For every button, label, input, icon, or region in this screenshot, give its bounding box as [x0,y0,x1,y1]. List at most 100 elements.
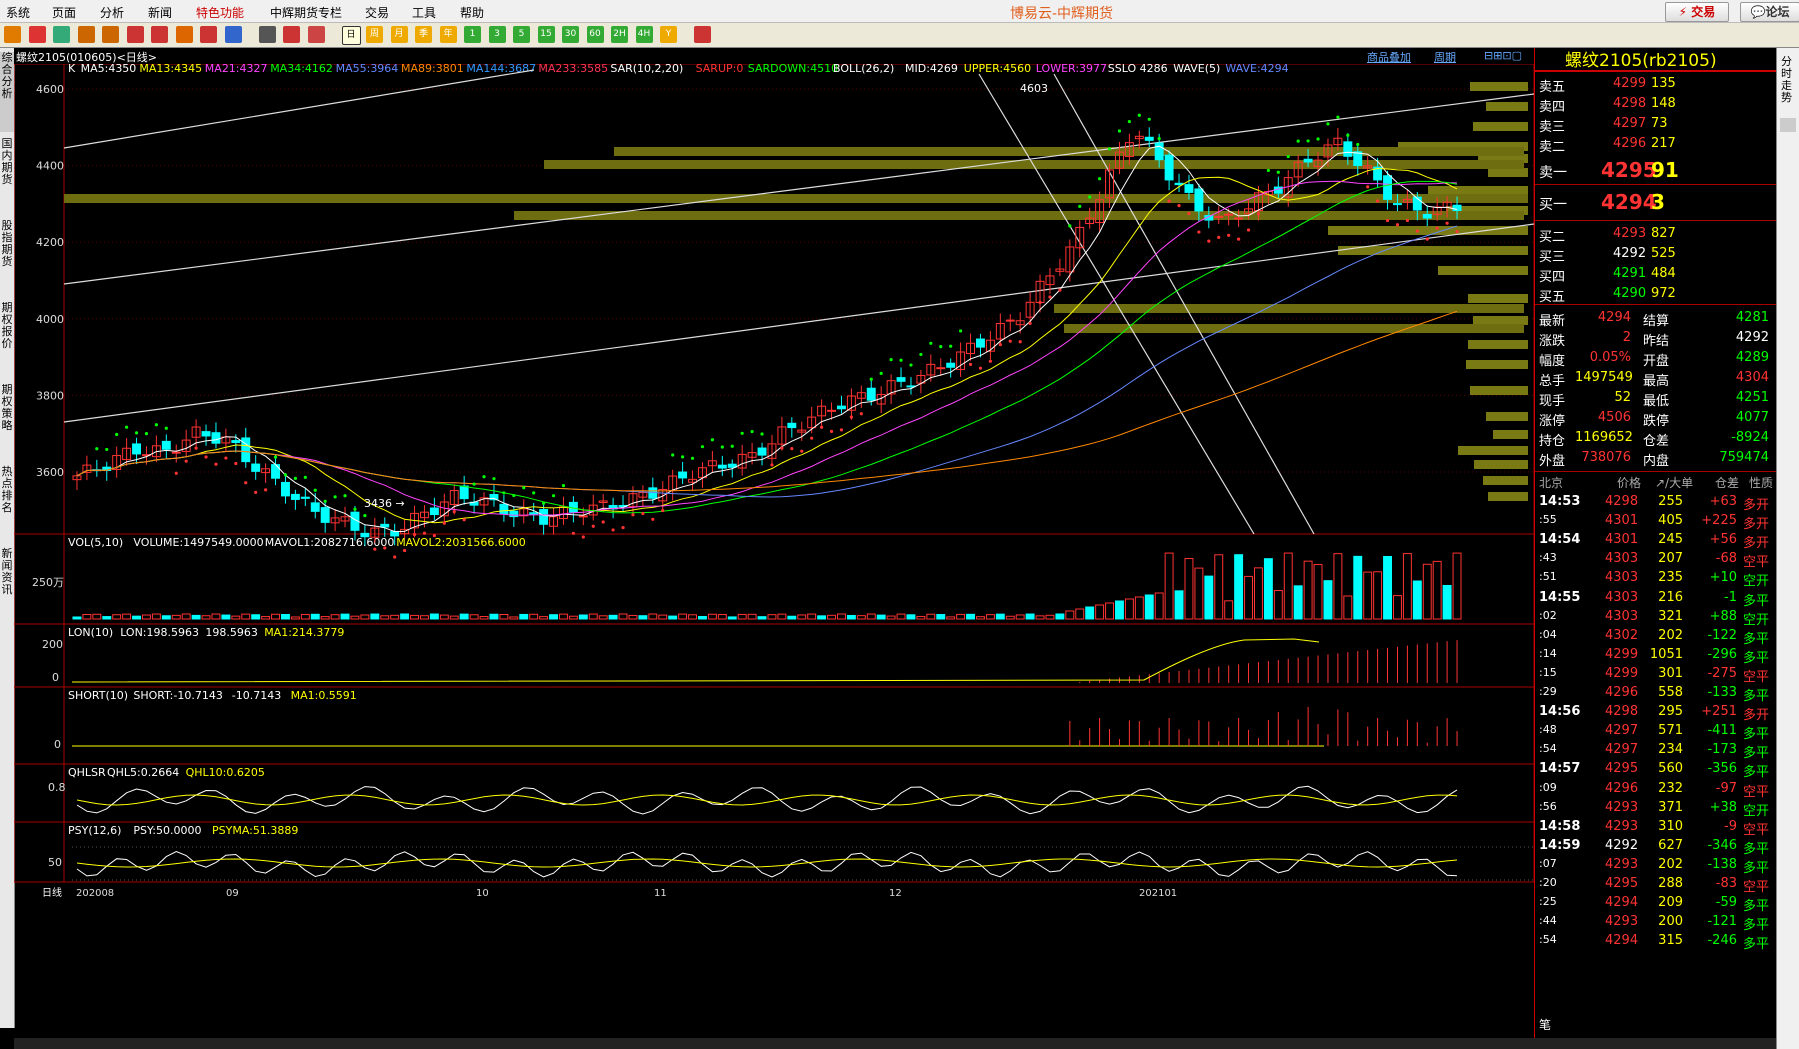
qhl-axis-label: 0.8 [48,781,66,794]
grid-icon[interactable] [126,26,144,43]
sar-dot [343,494,347,498]
tab-option-quotes[interactable]: 期权报价 [0,302,14,377]
sar-dot [730,444,734,448]
min30-icon[interactable]: 30 [562,26,579,43]
sar-dot [760,432,764,436]
tick-price: 4294 [1605,933,1639,949]
menu-zhonghui-column[interactable]: 中辉期货专栏 [270,4,342,21]
monthly-icon[interactable]: 月 [390,26,408,43]
hour2-icon[interactable]: 2H [611,26,628,43]
volume-bar [1025,613,1035,620]
bid-level-label: 买五 [1539,290,1566,305]
candle-body [429,507,439,516]
period-button[interactable]: 周期 [1434,49,1456,65]
news-icon[interactable] [224,26,242,43]
volume-bar [1442,584,1452,620]
indicator-legend-item: SAR(10,2,20) [610,64,683,75]
tick-time: :44 [1539,914,1557,928]
trade-button[interactable]: ⚡ 交易 [1665,2,1729,22]
tick-nature: 多平 [1743,860,1770,876]
volume-bar [459,613,469,620]
quote-divider [1535,304,1777,305]
sar-dot [1137,113,1141,117]
low-price-label: 3436 → [364,497,405,510]
pin-icon[interactable] [200,26,217,43]
tick-footer-tab[interactable]: 笔 [1539,1016,1551,1033]
tick-time: :09 [1539,780,1557,794]
volume-bar [82,613,92,620]
tab-intraday[interactable]: 分时走势 [1781,56,1795,104]
sar-dot [1187,211,1191,216]
year-icon[interactable]: 年 [439,26,457,43]
menu-system[interactable]: 系统 [6,4,30,21]
line-icon[interactable] [175,26,193,43]
forum-button[interactable]: 💬论坛 [1740,2,1799,22]
weekly-icon[interactable]: 周 [366,26,383,43]
volume-bar [628,614,638,620]
tab-option-strategy[interactable]: 期权策略 [0,384,14,459]
zoom-out-icon[interactable] [102,26,119,43]
daily-icon[interactable]: 日 [341,26,361,45]
sar-dot [1177,204,1181,208]
menu-features[interactable]: 特色功能 [196,4,244,21]
min3-icon[interactable]: 3 [488,26,506,43]
custom-icon[interactable]: Y [660,26,677,43]
min60-icon[interactable]: 60 [586,26,604,43]
hour4-icon[interactable]: 4H [635,26,653,43]
stat-value: 2 [1622,330,1631,345]
kline-icon[interactable] [283,26,300,43]
quarter-icon[interactable]: 季 [415,26,432,43]
draw-icon[interactable] [151,26,168,43]
overlay-commodity-button[interactable]: 商品叠加 [1367,49,1411,65]
home-icon[interactable] [28,26,46,43]
sar-dot [1366,185,1370,189]
sar-dot [571,531,575,535]
menu-analysis[interactable]: 分析 [100,4,124,21]
bid-volume: 972 [1651,286,1676,301]
tab-hot-ranking[interactable]: 热点排名 [0,466,14,541]
sar-dot [968,362,973,366]
tick-icon[interactable] [307,26,325,43]
volume-bar [985,614,995,620]
kline-chart-area[interactable]: K MA5:4350 MA13:4345 MA21:4327 MA34:4162 MA55… [14,64,1534,1049]
sar-dot [1068,224,1072,228]
volume-bar [420,615,429,620]
tick-time: 14:54 [1539,532,1581,548]
tick-nature: 空开 [1743,803,1770,819]
sar-dot [611,528,615,532]
tab-comprehensive-analysis[interactable]: 综合分析 [0,52,14,132]
menu-help[interactable]: 帮助 [460,4,484,21]
menu-tools[interactable]: 工具 [412,4,436,21]
tick-price: 4299 [1605,646,1639,662]
sar-dot [959,329,963,333]
chart-icon[interactable] [53,26,70,43]
sar-dot [720,445,724,449]
tab-domestic-futures[interactable]: 国内期货 [0,138,14,213]
candle-body [936,367,946,370]
collapse-icon[interactable] [1780,118,1796,132]
zoom-in-icon[interactable] [77,26,95,43]
indicator-legend-item: LOWER:3977 [1036,64,1107,75]
sar-dot [1028,321,1032,325]
menu-page[interactable]: 页面 [52,4,76,21]
table-icon[interactable] [258,26,276,43]
min15-icon[interactable]: 15 [537,26,555,43]
tick-price: 4303 [1605,589,1639,605]
sar-dot [492,477,496,481]
tick-nature: 空平 [1743,669,1770,685]
tick-volume: 560 [1658,761,1683,777]
tab-index-futures[interactable]: 股指期货 [0,220,14,295]
tab-news-info[interactable]: 新闻资讯 [0,548,14,623]
psy-line [76,850,1458,878]
back-icon[interactable] [4,26,21,43]
title-divider [1535,70,1777,72]
calc-icon[interactable] [694,26,711,43]
volume-bar [1353,555,1363,620]
menu-news[interactable]: 新闻 [148,4,172,21]
min1-icon[interactable]: 1 [464,26,481,43]
menu-trade[interactable]: 交易 [365,4,389,21]
ask-level-label: 卖一 [1539,165,1567,181]
min5-icon[interactable]: 5 [513,26,530,43]
short-legend-item: MA1:0.5591 [291,689,357,702]
window-controls-icon[interactable]: ⊟⊞⊡▢ [1484,49,1522,62]
